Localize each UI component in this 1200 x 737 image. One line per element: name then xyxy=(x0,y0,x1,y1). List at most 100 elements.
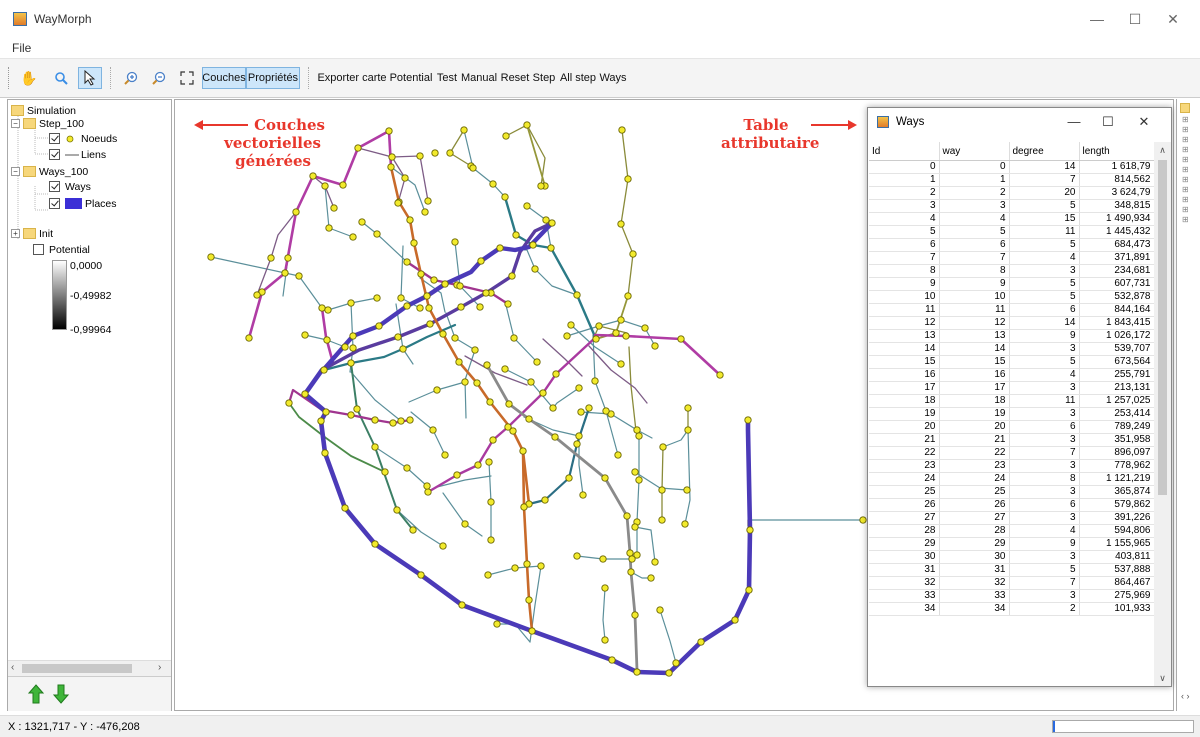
ways-close-button[interactable]: ✕ xyxy=(1132,112,1156,132)
table-cell[interactable]: 6 xyxy=(869,238,940,252)
table-cell[interactable]: 1 xyxy=(869,173,940,187)
table-row[interactable]: 0 0 14 1 618,79 xyxy=(869,160,1155,174)
table-cell[interactable]: 579,862 xyxy=(1079,498,1155,512)
table-cell[interactable]: 18 xyxy=(939,394,1010,408)
table-row[interactable]: 4 4 15 1 490,934 xyxy=(869,212,1155,226)
table-cell[interactable]: 1 445,432 xyxy=(1079,225,1155,239)
table-cell[interactable]: 3 xyxy=(1009,550,1080,564)
table-row[interactable]: 22 22 7 896,097 xyxy=(869,446,1155,460)
table-cell[interactable]: 24 xyxy=(869,472,940,486)
table-cell[interactable]: 17 xyxy=(939,381,1010,395)
table-cell[interactable]: 10 xyxy=(939,290,1010,304)
table-cell[interactable]: 22 xyxy=(869,446,940,460)
column-header-id[interactable]: Id xyxy=(869,142,940,161)
layer-visibility-checkbox[interactable] xyxy=(49,181,60,192)
table-row[interactable]: 9 9 5 607,731 xyxy=(869,277,1155,291)
table-cell[interactable]: 12 xyxy=(939,316,1010,330)
table-cell[interactable]: 5 xyxy=(869,225,940,239)
table-cell[interactable]: 11 xyxy=(869,303,940,317)
table-row[interactable]: 1 1 7 814,562 xyxy=(869,173,1155,187)
table-cell[interactable]: 26 xyxy=(869,498,940,512)
table-row[interactable]: 5 5 11 1 445,432 xyxy=(869,225,1155,239)
layer-visibility-checkbox[interactable] xyxy=(49,133,60,144)
table-cell[interactable]: 537,888 xyxy=(1079,563,1155,577)
table-cell[interactable]: 4 xyxy=(939,212,1010,226)
tree-node-liens[interactable]: Liens xyxy=(49,147,106,162)
table-cell[interactable]: 3 xyxy=(1009,459,1080,473)
column-header-length[interactable]: length xyxy=(1079,142,1155,161)
table-cell[interactable]: 5 xyxy=(1009,238,1080,252)
table-row[interactable]: 16 16 4 255,791 xyxy=(869,368,1155,382)
table-cell[interactable]: 32 xyxy=(869,576,940,590)
table-cell[interactable]: 3 xyxy=(1009,407,1080,421)
table-cell[interactable]: 4 xyxy=(1009,524,1080,538)
table-cell[interactable]: 34 xyxy=(869,602,940,616)
table-cell[interactable]: 7 xyxy=(1009,173,1080,187)
step-button[interactable]: Step xyxy=(532,67,556,89)
table-row[interactable]: 24 24 8 1 121,219 xyxy=(869,472,1155,486)
table-cell[interactable]: 213,131 xyxy=(1079,381,1155,395)
table-cell[interactable]: 365,874 xyxy=(1079,485,1155,499)
table-cell[interactable]: 29 xyxy=(869,537,940,551)
table-cell[interactable]: 3 xyxy=(1009,342,1080,356)
table-cell[interactable]: 1 618,79 xyxy=(1079,160,1155,174)
table-row[interactable]: 11 11 6 844,164 xyxy=(869,303,1155,317)
table-cell[interactable]: 351,958 xyxy=(1079,433,1155,447)
tree-horizontal-scrollbar[interactable]: ‹ › xyxy=(8,660,171,676)
select-tool-button[interactable] xyxy=(78,67,102,89)
table-row[interactable]: 30 30 3 403,811 xyxy=(869,550,1155,564)
zoom-in-button[interactable] xyxy=(120,67,142,89)
table-row[interactable]: 34 34 2 101,933 xyxy=(869,602,1155,616)
table-cell[interactable]: 18 xyxy=(869,394,940,408)
scroll-left-icon[interactable]: ‹ xyxy=(11,662,14,673)
table-row[interactable]: 17 17 3 213,131 xyxy=(869,381,1155,395)
table-cell[interactable]: 101,933 xyxy=(1079,602,1155,616)
table-cell[interactable]: 31 xyxy=(939,563,1010,577)
table-row[interactable]: 20 20 6 789,249 xyxy=(869,420,1155,434)
table-cell[interactable]: 16 xyxy=(939,368,1010,382)
table-cell[interactable]: 17 xyxy=(869,381,940,395)
tree-node-step[interactable]: − Step_100 xyxy=(11,116,84,131)
table-cell[interactable]: 348,815 xyxy=(1079,199,1155,213)
zoom-out-button[interactable] xyxy=(148,67,170,89)
layer-visibility-checkbox[interactable] xyxy=(49,149,60,160)
test-button[interactable]: Test xyxy=(435,67,459,89)
tree-node-ways[interactable]: Ways xyxy=(49,179,91,194)
table-cell[interactable]: 594,806 xyxy=(1079,524,1155,538)
table-cell[interactable]: 21 xyxy=(939,433,1010,447)
table-cell[interactable]: 2 xyxy=(1009,602,1080,616)
tree-node-noeuds[interactable]: Noeuds xyxy=(49,131,117,146)
minimize-button[interactable]: — xyxy=(1082,8,1112,30)
table-cell[interactable]: 6 xyxy=(1009,303,1080,317)
table-cell[interactable]: 8 xyxy=(1009,472,1080,486)
table-row[interactable]: 33 33 3 275,969 xyxy=(869,589,1155,603)
table-cell[interactable]: 31 xyxy=(869,563,940,577)
table-cell[interactable]: 20 xyxy=(1009,186,1080,200)
table-cell[interactable]: 3 xyxy=(1009,589,1080,603)
table-cell[interactable]: 21 xyxy=(869,433,940,447)
pan-tool-button[interactable]: ✋ xyxy=(18,67,40,89)
table-cell[interactable]: 1 843,415 xyxy=(1079,316,1155,330)
table-cell[interactable]: 24 xyxy=(939,472,1010,486)
table-row[interactable]: 19 19 3 253,414 xyxy=(869,407,1155,421)
couches-button[interactable]: Couches xyxy=(202,67,246,89)
table-cell[interactable]: 7 xyxy=(1009,576,1080,590)
table-row[interactable]: 18 18 11 1 257,025 xyxy=(869,394,1155,408)
table-cell[interactable]: 3 xyxy=(1009,511,1080,525)
table-cell[interactable]: 23 xyxy=(869,459,940,473)
collapse-icon[interactable]: − xyxy=(11,167,20,176)
table-cell[interactable]: 789,249 xyxy=(1079,420,1155,434)
table-cell[interactable]: 29 xyxy=(939,537,1010,551)
table-cell[interactable]: 33 xyxy=(939,589,1010,603)
table-cell[interactable]: 5 xyxy=(1009,199,1080,213)
table-cell[interactable]: 6 xyxy=(1009,420,1080,434)
scroll-arrows-icon[interactable]: ‹ › xyxy=(1181,691,1190,701)
table-cell[interactable]: 3 xyxy=(1009,264,1080,278)
table-cell[interactable]: 3 xyxy=(869,199,940,213)
table-cell[interactable]: 7 xyxy=(939,251,1010,265)
table-cell[interactable]: 7 xyxy=(1009,446,1080,460)
table-vertical-scrollbar[interactable]: ∧ ∨ xyxy=(1154,142,1171,686)
expand-icon[interactable]: + xyxy=(11,229,20,238)
collapsed-tree-nodes[interactable]: ⊞ ⊞ ⊞ ⊞ ⊞ ⊞ ⊞ ⊞ ⊞ ⊞ ⊞ xyxy=(1182,115,1189,225)
table-cell[interactable]: 33 xyxy=(869,589,940,603)
